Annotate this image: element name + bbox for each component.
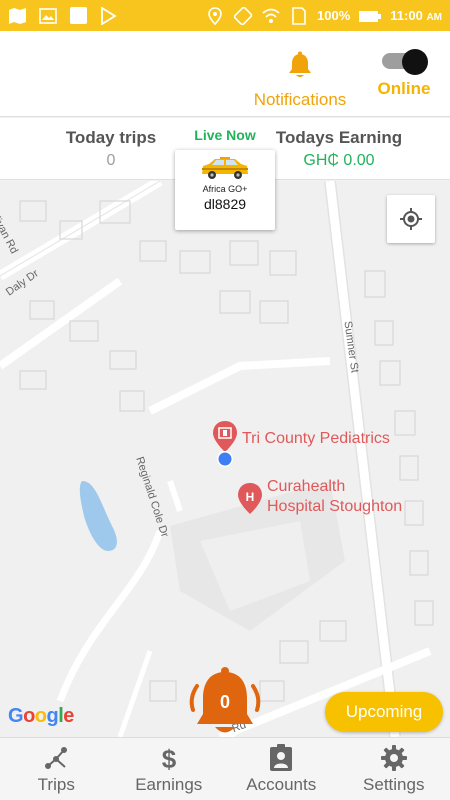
upcoming-button[interactable]: Upcoming	[325, 692, 443, 732]
today-trips-value: 0	[106, 152, 116, 169]
live-now-label: Live Now	[194, 127, 256, 143]
sim-icon	[292, 6, 306, 25]
poi-tri-county-pediatrics[interactable]: Tri County Pediatrics	[242, 429, 390, 449]
online-switch[interactable]	[382, 49, 428, 75]
switch-knob	[402, 49, 428, 75]
poi-hospital-line2: Hospital Stoughton	[267, 498, 403, 515]
nav-trips-label: Trips	[37, 775, 75, 794]
map-view[interactable]: H Tri County Pediatrics Curahealth Hospi…	[0, 181, 450, 737]
poi-hospital-line1: Curahealth	[267, 478, 346, 495]
nav-accounts[interactable]: Accounts	[225, 738, 338, 800]
sos-alarm-button[interactable]: 0	[185, 662, 265, 742]
bottom-nav: Trips $ Earnings Accounts Settings	[0, 737, 450, 800]
todays-earning-label: Todays Earning	[275, 128, 403, 147]
crosshair-icon	[400, 208, 422, 230]
nav-trips[interactable]: Trips	[0, 738, 113, 800]
bell-icon	[289, 51, 311, 77]
nav-settings[interactable]: Settings	[338, 738, 450, 800]
gear-icon	[380, 745, 407, 771]
status-bar: 100% 11:00 AM	[0, 0, 450, 31]
battery-percent: 100%	[317, 8, 351, 23]
vehicle-brand: Africa GO+	[202, 184, 248, 194]
top-header: Notifications Online	[0, 31, 450, 117]
clock-time: 11:00	[390, 8, 423, 23]
rotate-icon	[233, 6, 253, 25]
vehicle-card: Africa GO+ dl8829	[175, 150, 275, 230]
square-icon	[70, 6, 87, 24]
pediatrics-pin[interactable]	[213, 421, 237, 452]
clock: 11:00 AM	[390, 8, 442, 23]
play-store-icon	[101, 6, 117, 25]
dollar-icon: $	[162, 744, 177, 772]
google-logo: Google	[8, 705, 74, 727]
route-icon	[45, 747, 68, 769]
battery-icon	[359, 10, 382, 22]
notifications-label: Notifications	[253, 90, 347, 109]
poi-curahealth-hospital[interactable]: Curahealth Hospital Stoughton	[267, 477, 402, 517]
todays-earning-value: GH₵ 0.00	[303, 152, 375, 169]
map-canvas: H	[0, 181, 434, 737]
taxi-icon	[202, 157, 248, 179]
location-icon	[208, 6, 222, 25]
svg-text:$: $	[162, 744, 177, 772]
notifications-button[interactable]: Notifications	[248, 51, 352, 110]
todays-earning: Todays Earning GH₵ 0.00	[268, 128, 410, 170]
online-label: Online	[377, 79, 431, 98]
vehicle-id: dl8829	[203, 196, 247, 212]
my-location-button[interactable]	[387, 195, 435, 243]
wifi-icon	[262, 8, 280, 23]
nav-accounts-label: Accounts	[246, 775, 317, 794]
clock-ampm: AM	[426, 12, 442, 23]
today-trips-label: Today trips	[65, 128, 157, 147]
account-badge-icon	[270, 744, 293, 771]
alarm-count: 0	[219, 692, 230, 712]
svg-text:H: H	[246, 490, 255, 504]
map-icon	[9, 7, 26, 24]
nav-earnings-label: Earnings	[135, 775, 203, 794]
nav-settings-label: Settings	[363, 775, 425, 794]
nav-earnings[interactable]: $ Earnings	[113, 738, 226, 800]
image-icon	[39, 7, 57, 24]
today-trips: Today trips 0	[40, 128, 182, 170]
online-toggle[interactable]: Online	[374, 49, 434, 99]
